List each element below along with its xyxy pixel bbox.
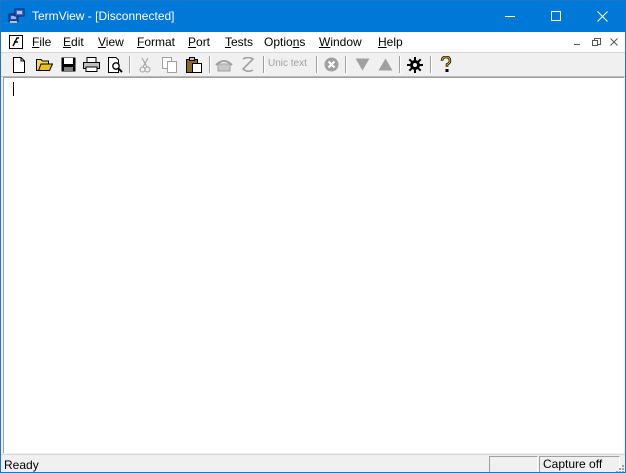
toolbar-separator: [263, 56, 265, 73]
capture-status: Capture off: [539, 456, 620, 472]
menu-window[interactable]: Window: [319, 35, 362, 49]
menu-help[interactable]: Help: [378, 35, 403, 49]
menu-view[interactable]: View: [98, 35, 124, 49]
open-icon[interactable]: [34, 55, 54, 74]
toolbar-separator: [316, 56, 318, 73]
text-caret: [13, 82, 14, 96]
menu-file[interactable]: File: [32, 35, 51, 49]
app-icon: [8, 8, 25, 24]
mdi-minimize-icon[interactable]: [569, 34, 585, 50]
copy-icon: [160, 55, 180, 74]
print-icon[interactable]: [81, 55, 101, 74]
menu-edit[interactable]: Edit: [63, 35, 84, 49]
menu-bar: File Edit View Format Port Tests Options…: [1, 32, 625, 53]
app-window: TermView - [Disconnected] File Edit View…: [0, 0, 626, 473]
toolbar-separator: [345, 56, 347, 73]
terminal-area[interactable]: [3, 77, 624, 453]
status-bar: Ready Capture off: [1, 454, 625, 472]
menu-tests[interactable]: Tests: [225, 35, 253, 49]
unicode-text-button: Unic text: [268, 58, 307, 69]
status-pane-empty: [489, 456, 538, 472]
paste-icon[interactable]: [184, 55, 204, 74]
toolbar-separator: [399, 56, 401, 73]
cut-icon: [135, 55, 155, 74]
toolbar-separator: [430, 56, 432, 73]
minimize-button[interactable]: [487, 1, 533, 32]
arrow-down-icon: [352, 55, 372, 74]
connect-icon: [214, 55, 234, 74]
resize-grip-icon[interactable]: [614, 462, 624, 472]
settings-icon[interactable]: [405, 55, 425, 74]
minimize-icon: [504, 16, 515, 17]
help-icon[interactable]: [436, 55, 456, 74]
menu-format[interactable]: Format: [137, 35, 175, 49]
title-bar[interactable]: TermView - [Disconnected]: [1, 1, 625, 32]
mdi-restore-icon[interactable]: [588, 34, 604, 50]
toolbar-separator: [209, 56, 211, 73]
document-icon[interactable]: [8, 34, 24, 50]
toolbar: Unic text: [1, 53, 625, 77]
save-icon[interactable]: [58, 55, 78, 74]
close-button[interactable]: [579, 1, 625, 32]
mdi-close-icon[interactable]: [606, 34, 622, 50]
menu-options[interactable]: Options: [264, 35, 305, 49]
print-preview-icon[interactable]: [105, 55, 125, 74]
menu-port[interactable]: Port: [188, 35, 210, 49]
maximize-icon: [550, 11, 561, 21]
arrow-up-icon: [375, 55, 395, 74]
window-title: TermView - [Disconnected]: [32, 9, 175, 23]
close-icon: [596, 11, 608, 22]
maximize-button[interactable]: [533, 1, 579, 32]
status-text: Ready: [4, 458, 39, 472]
stop-icon: [321, 55, 341, 74]
disconnect-icon: [238, 55, 258, 74]
new-icon[interactable]: [9, 55, 29, 74]
toolbar-separator: [129, 56, 131, 73]
